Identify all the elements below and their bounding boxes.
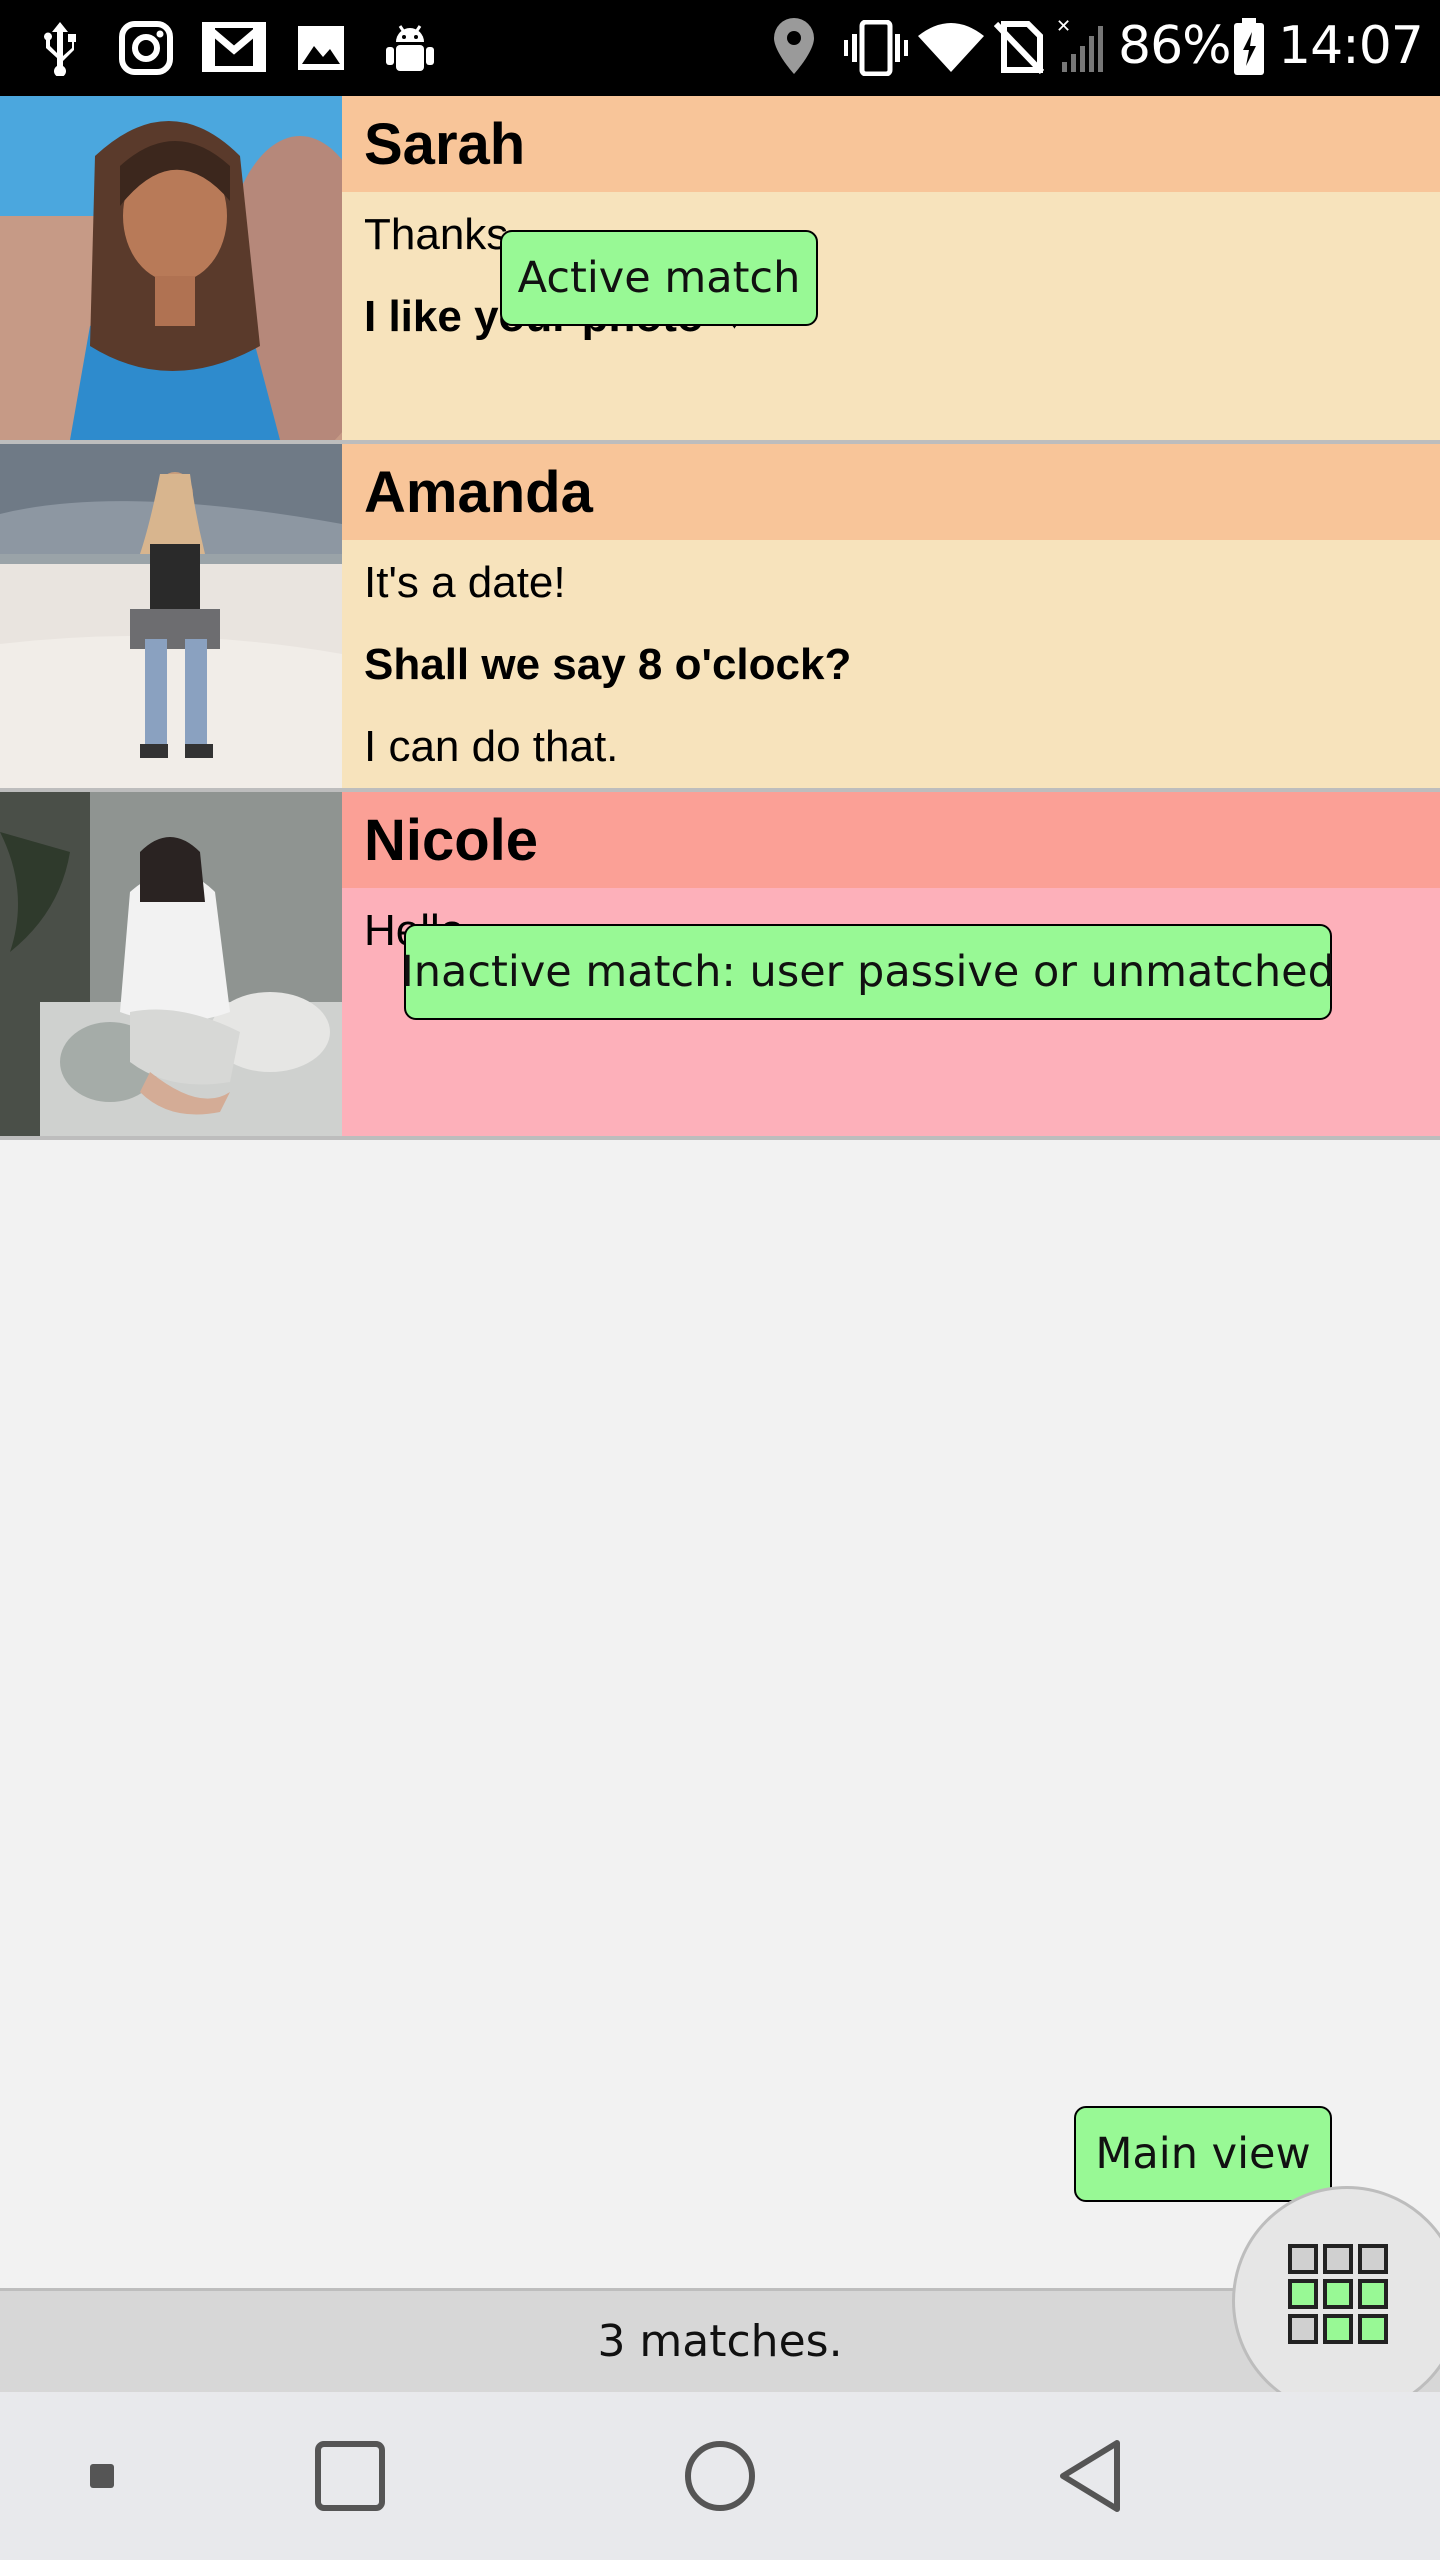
match-header: Nicole bbox=[342, 792, 1440, 888]
clock: 14:07 bbox=[1278, 16, 1424, 76]
profile-photo bbox=[0, 444, 342, 788]
profile-photo bbox=[0, 792, 342, 1136]
home-icon[interactable] bbox=[680, 2392, 760, 2560]
battery-icon bbox=[1232, 18, 1266, 80]
status-bar: ✕ 86% 14:07 bbox=[0, 0, 1440, 96]
back-icon[interactable] bbox=[1050, 2392, 1130, 2560]
grid-icon[interactable] bbox=[1286, 2242, 1390, 2350]
recent-apps-icon[interactable] bbox=[310, 2392, 390, 2560]
active-match-tooltip: Active match bbox=[500, 230, 818, 326]
match-count-bar: 3 matches. bbox=[0, 2288, 1440, 2392]
match-name: Nicole bbox=[364, 807, 539, 873]
match-header: Sarah bbox=[342, 96, 1440, 192]
profile-photo bbox=[0, 96, 342, 440]
image-icon bbox=[296, 24, 346, 76]
signal-icon: ✕ bbox=[1056, 16, 1110, 78]
gmail-icon bbox=[202, 22, 266, 76]
match-name: Sarah bbox=[364, 111, 526, 177]
instagram-icon bbox=[118, 20, 174, 80]
location-icon bbox=[772, 16, 816, 80]
message-line: Shall we say 8 o'clock? bbox=[364, 640, 852, 689]
no-sim-icon bbox=[993, 18, 1045, 78]
message-line: It's a date! bbox=[364, 558, 566, 607]
match-row-amanda[interactable]: Amanda It's a date! Shall we say 8 o'clo… bbox=[0, 444, 1440, 792]
main-view-tooltip: Main view bbox=[1074, 2106, 1332, 2202]
message-preview: It's a date! Shall we say 8 o'clock? I c… bbox=[342, 540, 1440, 788]
vibrate-icon bbox=[844, 19, 908, 80]
svg-text:✕: ✕ bbox=[1056, 16, 1071, 37]
navigation-bar bbox=[0, 2392, 1440, 2560]
menu-dot-icon[interactable] bbox=[70, 2392, 134, 2560]
wifi-icon bbox=[918, 22, 984, 76]
match-name: Amanda bbox=[364, 459, 593, 525]
match-header: Amanda bbox=[342, 444, 1440, 540]
message-line: I can do that. bbox=[364, 722, 619, 771]
android-debug-icon bbox=[384, 20, 436, 80]
battery-percent: 86% bbox=[1118, 16, 1232, 76]
usb-icon bbox=[38, 20, 82, 80]
inactive-match-tooltip: Inactive match: user passive or unmatche… bbox=[401, 924, 1335, 1020]
match-count: 3 matches. bbox=[597, 2316, 843, 2367]
